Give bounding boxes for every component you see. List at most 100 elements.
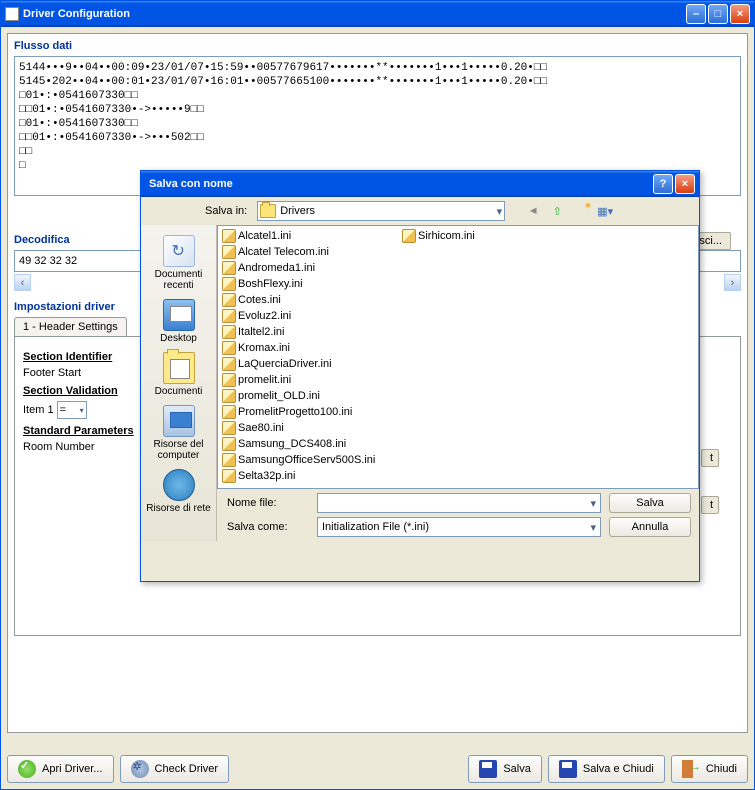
ini-file-icon: [222, 245, 236, 259]
minimize-button[interactable]: –: [686, 4, 706, 24]
open-icon: [18, 760, 36, 778]
chevron-down-icon[interactable]: ▾: [588, 521, 598, 534]
recent-icon: [163, 235, 195, 267]
up-icon[interactable]: ⇧: [547, 201, 567, 221]
ini-file-icon: [222, 453, 236, 467]
bottom-toolbar: Apri Driver... Check Driver Salva Salva …: [7, 755, 748, 783]
folder-icon: [260, 204, 276, 218]
place-desktop[interactable]: Desktop: [141, 295, 216, 348]
save-dialog: Salva con nome ? × Salva in: Drivers ▾ ◄…: [140, 170, 700, 582]
ini-file-icon: [222, 229, 236, 243]
ini-file-icon: [222, 293, 236, 307]
item1-combo[interactable]: =: [57, 401, 87, 419]
ini-file-icon: [402, 229, 416, 243]
salva-come-value: Initialization File (*.ini): [320, 521, 588, 533]
file-name: LaQuerciaDriver.ini: [238, 358, 332, 370]
save-icon: [559, 760, 577, 778]
file-item[interactable]: Selta32p.ini: [220, 468, 400, 484]
place-computer[interactable]: Risorse del computer: [141, 401, 216, 465]
file-name: PromelitProgetto100.ini: [238, 406, 352, 418]
new-folder-icon[interactable]: ✶: [571, 201, 591, 221]
ini-file-icon: [222, 325, 236, 339]
file-name: promelit.ini: [238, 374, 291, 386]
file-name: promelit_OLD.ini: [238, 390, 320, 402]
nome-file-label: Nome file:: [227, 497, 309, 509]
file-name: Evoluz2.ini: [238, 310, 291, 322]
file-item[interactable]: Samsung_DCS408.ini: [220, 436, 400, 452]
exit-icon: [682, 760, 700, 778]
file-name: Kromax.ini: [238, 342, 290, 354]
salva-come-combo[interactable]: Initialization File (*.ini) ▾: [317, 517, 601, 537]
file-item[interactable]: promelit_OLD.ini: [220, 388, 400, 404]
check-driver-button[interactable]: Check Driver: [120, 755, 230, 783]
save-bottom-panel: Nome file: ▾ Salva Salva come: Initializ…: [217, 489, 699, 541]
file-list[interactable]: Alcatel1.ini Alcatel Telecom.ini Andromeda…: [217, 225, 699, 489]
salva-chiudi-button[interactable]: Salva e Chiudi: [548, 755, 665, 783]
ini-file-icon: [222, 469, 236, 483]
file-item[interactable]: Sae80.ini: [220, 420, 400, 436]
ini-file-icon: [222, 261, 236, 275]
file-item[interactable]: PromelitProgetto100.ini: [220, 404, 400, 420]
chevron-down-icon[interactable]: ▾: [588, 497, 598, 510]
file-item[interactable]: SamsungOfficeServ500S.ini: [220, 452, 400, 468]
file-name: Italtel2.ini: [238, 326, 284, 338]
place-documents[interactable]: Documenti: [141, 348, 216, 401]
file-name: Sirhicom.ini: [418, 230, 475, 242]
main-titlebar[interactable]: Driver Configuration – □ ×: [1, 1, 754, 27]
dialog-annulla-button[interactable]: Annulla: [609, 517, 691, 537]
ini-file-icon: [222, 373, 236, 387]
file-name: SamsungOfficeServ500S.ini: [238, 454, 375, 466]
maximize-button[interactable]: □: [708, 4, 728, 24]
file-name: Alcatel Telecom.ini: [238, 246, 329, 258]
file-item[interactable]: Andromeda1.ini: [220, 260, 400, 276]
place-recent[interactable]: Documenti recenti: [141, 231, 216, 295]
ini-file-icon: [222, 389, 236, 403]
ini-file-icon: [222, 421, 236, 435]
chevron-down-icon[interactable]: ▾: [497, 205, 503, 218]
file-item[interactable]: Evoluz2.ini: [220, 308, 400, 324]
ini-file-icon: [222, 341, 236, 355]
file-item[interactable]: Italtel2.ini: [220, 324, 400, 340]
file-item[interactable]: Kromax.ini: [220, 340, 400, 356]
test-button-1[interactable]: t: [701, 449, 719, 467]
file-name: Sae80.ini: [238, 422, 284, 434]
views-icon[interactable]: ▦▾: [595, 201, 615, 221]
file-item[interactable]: LaQuerciaDriver.ini: [220, 356, 400, 372]
file-item[interactable]: promelit.ini: [220, 372, 400, 388]
nome-file-input[interactable]: [320, 497, 588, 509]
save-dialog-body: Documenti recenti Desktop Documenti Riso…: [141, 225, 699, 541]
save-dialog-toolbar: Salva in: Drivers ▾ ◄ ⇧ ✶ ▦▾: [141, 197, 699, 225]
back-icon[interactable]: ◄: [523, 201, 543, 221]
save-location-combo[interactable]: Drivers ▾: [257, 201, 505, 221]
apri-driver-button[interactable]: Apri Driver...: [7, 755, 114, 783]
test-button-2[interactable]: t: [701, 496, 719, 514]
ini-file-icon: [222, 309, 236, 323]
documents-icon: [163, 352, 195, 384]
scroll-left-icon[interactable]: ‹: [14, 274, 31, 291]
close-button[interactable]: ×: [730, 4, 750, 24]
nome-file-input-wrapper: ▾: [317, 493, 601, 513]
file-name: Selta32p.ini: [238, 470, 296, 482]
file-item[interactable]: Cotes.ini: [220, 292, 400, 308]
dialog-salva-button[interactable]: Salva: [609, 493, 691, 513]
place-network[interactable]: Risorse di rete: [141, 465, 216, 518]
scroll-right-icon[interactable]: ›: [724, 274, 741, 291]
salva-come-label: Salva come:: [227, 521, 309, 533]
salva-button[interactable]: Salva: [468, 755, 542, 783]
tab-header-settings[interactable]: 1 - Header Settings: [14, 317, 127, 336]
ini-file-icon: [222, 405, 236, 419]
file-item[interactable]: Sirhicom.ini: [400, 228, 580, 244]
file-item[interactable]: Alcatel Telecom.ini: [220, 244, 400, 260]
chiudi-button[interactable]: Chiudi: [671, 755, 748, 783]
save-icon: [479, 760, 497, 778]
file-item[interactable]: BoshFlexy.ini: [220, 276, 400, 292]
file-name: Cotes.ini: [238, 294, 281, 306]
file-item[interactable]: Alcatel1.ini: [220, 228, 400, 244]
salva-in-label: Salva in:: [205, 205, 247, 217]
save-dialog-titlebar[interactable]: Salva con nome ? ×: [141, 171, 699, 197]
file-name: Alcatel1.ini: [238, 230, 291, 242]
help-button[interactable]: ?: [653, 174, 673, 194]
places-bar: Documenti recenti Desktop Documenti Riso…: [141, 225, 217, 541]
app-icon: [5, 7, 19, 21]
save-dialog-close-button[interactable]: ×: [675, 174, 695, 194]
